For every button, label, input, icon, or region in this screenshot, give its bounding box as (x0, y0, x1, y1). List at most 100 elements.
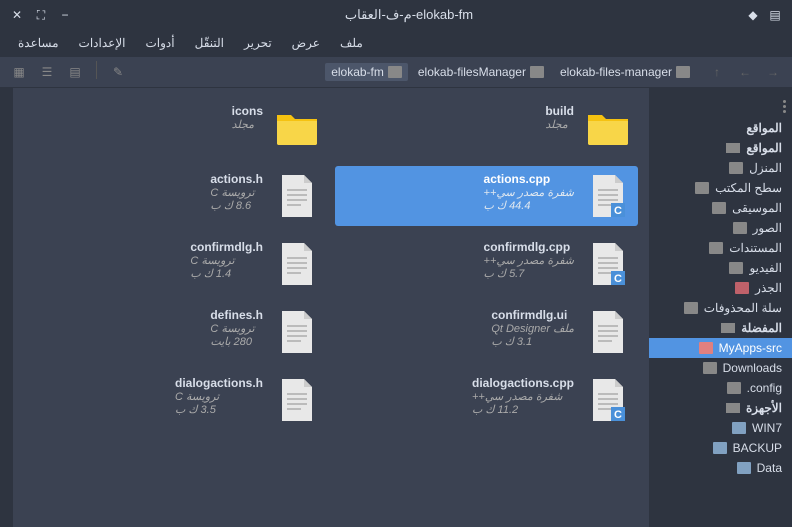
edit-icon[interactable]: ✎ (107, 61, 129, 83)
svg-text:C: C (614, 409, 622, 421)
sidebar-item-label: Downloads (723, 361, 782, 375)
document-icon (273, 240, 321, 288)
view-icons-button[interactable]: ▦ (8, 61, 30, 83)
menu-help[interactable]: مساعدة (10, 33, 67, 53)
sidebar-item[interactable]: المنزل (649, 158, 792, 178)
file-view[interactable]: buildمجلدiconsمجلدCactions.cppشفرة مصدر … (14, 88, 648, 527)
view-list-button[interactable]: ☰ (36, 61, 58, 83)
toolbar: ▦ ☰ ▤ ✎ elokab-fm elokab-filesManager el… (0, 56, 792, 88)
file-name: defines.h (210, 308, 263, 322)
menu-view[interactable]: عرض (284, 33, 328, 53)
sidebar-item[interactable]: MyApps-src (649, 338, 792, 358)
file-name: actions.h (210, 172, 263, 186)
file-item[interactable]: Cactions.cppشفرة مصدر سي++44.4 ك ب (335, 166, 638, 226)
file-type: مجلد (545, 118, 567, 131)
file-size: 5.7 ك ب (484, 267, 525, 280)
file-item[interactable]: Cdialogactions.cppشفرة مصدر سي++11.2 ك ب (335, 370, 638, 430)
view-detail-button[interactable]: ▤ (64, 61, 86, 83)
folder-icon (703, 362, 717, 374)
svg-text:C: C (614, 273, 622, 285)
sidebar-item-label: الجذر (755, 281, 782, 295)
file-item[interactable]: buildمجلد (335, 98, 638, 158)
sidebar-item[interactable]: config. (649, 378, 792, 398)
sidebar-title: المواقع (649, 118, 792, 138)
menu-edit[interactable]: تحرير (236, 33, 280, 53)
main-area: buildمجلدiconsمجلدCactions.cppشفرة مصدر … (0, 88, 792, 527)
folder-icon (676, 66, 690, 78)
folder-red-icon (735, 282, 749, 294)
video-icon (729, 262, 743, 274)
file-type: شفرة مصدر سي++ (484, 254, 574, 267)
sidebar-item[interactable]: Data (649, 458, 792, 478)
close-button[interactable]: ✕ (10, 8, 24, 22)
file-item[interactable]: Cconfirmdlg.cppشفرة مصدر سي++5.7 ك ب (335, 234, 638, 294)
window-title: م-ف-العقاب-elokab-fm (72, 7, 746, 23)
drag-handle-icon[interactable] (776, 94, 786, 118)
file-name: dialogactions.cpp (472, 376, 574, 390)
nav-back-button[interactable]: ← (734, 61, 756, 83)
sidebar-item[interactable]: WIN7 (649, 418, 792, 438)
file-size: 44.4 ك ب (484, 199, 531, 212)
sidebar-item-label: MyApps-src (719, 341, 782, 355)
file-size: 3.5 ك ب (175, 403, 216, 416)
sidebar-item[interactable]: الفيديو (649, 258, 792, 278)
file-item[interactable]: defines.hترويسة C280 بايت (24, 302, 327, 362)
pin-button[interactable]: ◆ (746, 8, 760, 22)
sidebar-item-label: WIN7 (752, 421, 782, 435)
file-item[interactable]: iconsمجلد (24, 98, 327, 158)
folder-icon (695, 182, 709, 194)
nav-forward-button[interactable]: → (762, 61, 784, 83)
sidebar-item-label: سلة المحذوفات (704, 301, 782, 315)
nav-up-button[interactable]: ↑ (706, 61, 728, 83)
file-item[interactable]: dialogactions.hترويسة C3.5 ك ب (24, 370, 327, 430)
breadcrumb-item[interactable]: elokab-filesManager (412, 63, 550, 81)
sidebar-item[interactable]: المستندات (649, 238, 792, 258)
file-name: confirmdlg.cpp (484, 240, 571, 254)
sidebar-item[interactable]: سطح المكتب (649, 178, 792, 198)
sidebar-item[interactable]: الصور (649, 218, 792, 238)
file-type: ترويسة C (210, 186, 254, 199)
document-icon (584, 308, 632, 356)
file-name: confirmdlg.h (190, 240, 263, 254)
menu-tools[interactable]: أدوات (138, 33, 183, 53)
breadcrumb-item[interactable]: elokab-files-manager (554, 63, 696, 81)
menu-navigate[interactable]: التنقّل (187, 33, 232, 53)
file-name: confirmdlg.ui (491, 308, 567, 322)
sidebar-item[interactable]: سلة المحذوفات (649, 298, 792, 318)
menu-settings[interactable]: الإعدادات (71, 33, 134, 53)
sidebar-item[interactable]: Downloads (649, 358, 792, 378)
file-type: ترويسة C (210, 322, 254, 335)
sidebar-item-label: الفيديو (749, 261, 782, 275)
file-type: مجلد (232, 118, 254, 131)
picture-icon (733, 222, 747, 234)
document-icon (273, 172, 321, 220)
menu-icon[interactable]: ▤ (768, 8, 782, 22)
minimize-button[interactable]: − (58, 8, 72, 22)
breadcrumb-item[interactable]: elokab-fm (325, 63, 408, 81)
folder-icon (727, 382, 741, 394)
file-item[interactable]: confirmdlg.hترويسة C1.4 ك ب (24, 234, 327, 294)
sidebar-item-label: الصور (753, 221, 782, 235)
document-icon: C (584, 240, 632, 288)
sidebar-item[interactable]: BACKUP (649, 438, 792, 458)
scrollbar[interactable] (0, 88, 14, 527)
folder-icon (584, 104, 632, 152)
file-size: 1.4 ك ب (190, 267, 231, 280)
sidebar-item[interactable]: الموسيقى (649, 198, 792, 218)
file-name: dialogactions.h (175, 376, 263, 390)
file-name: icons (232, 104, 263, 118)
sidebar-item[interactable]: الجذر (649, 278, 792, 298)
folder-icon (530, 66, 544, 78)
maximize-button[interactable]: ⛶ (34, 8, 48, 22)
sidebar-item-label: BACKUP (733, 441, 782, 455)
folder-icon (273, 104, 321, 152)
file-item[interactable]: actions.hترويسة C8.6 ك ب (24, 166, 327, 226)
file-item[interactable]: confirmdlg.uiملف Qt Designer3.1 ك ب (335, 302, 638, 362)
sidebar-item-label: Data (757, 461, 782, 475)
file-name: actions.cpp (484, 172, 551, 186)
breadcrumbs: elokab-fm elokab-filesManager elokab-fil… (139, 63, 696, 81)
menu-file[interactable]: ملف (332, 33, 371, 53)
document-icon: C (584, 172, 632, 220)
file-size: 11.2 ك ب (472, 403, 518, 416)
svg-text:C: C (614, 205, 622, 217)
